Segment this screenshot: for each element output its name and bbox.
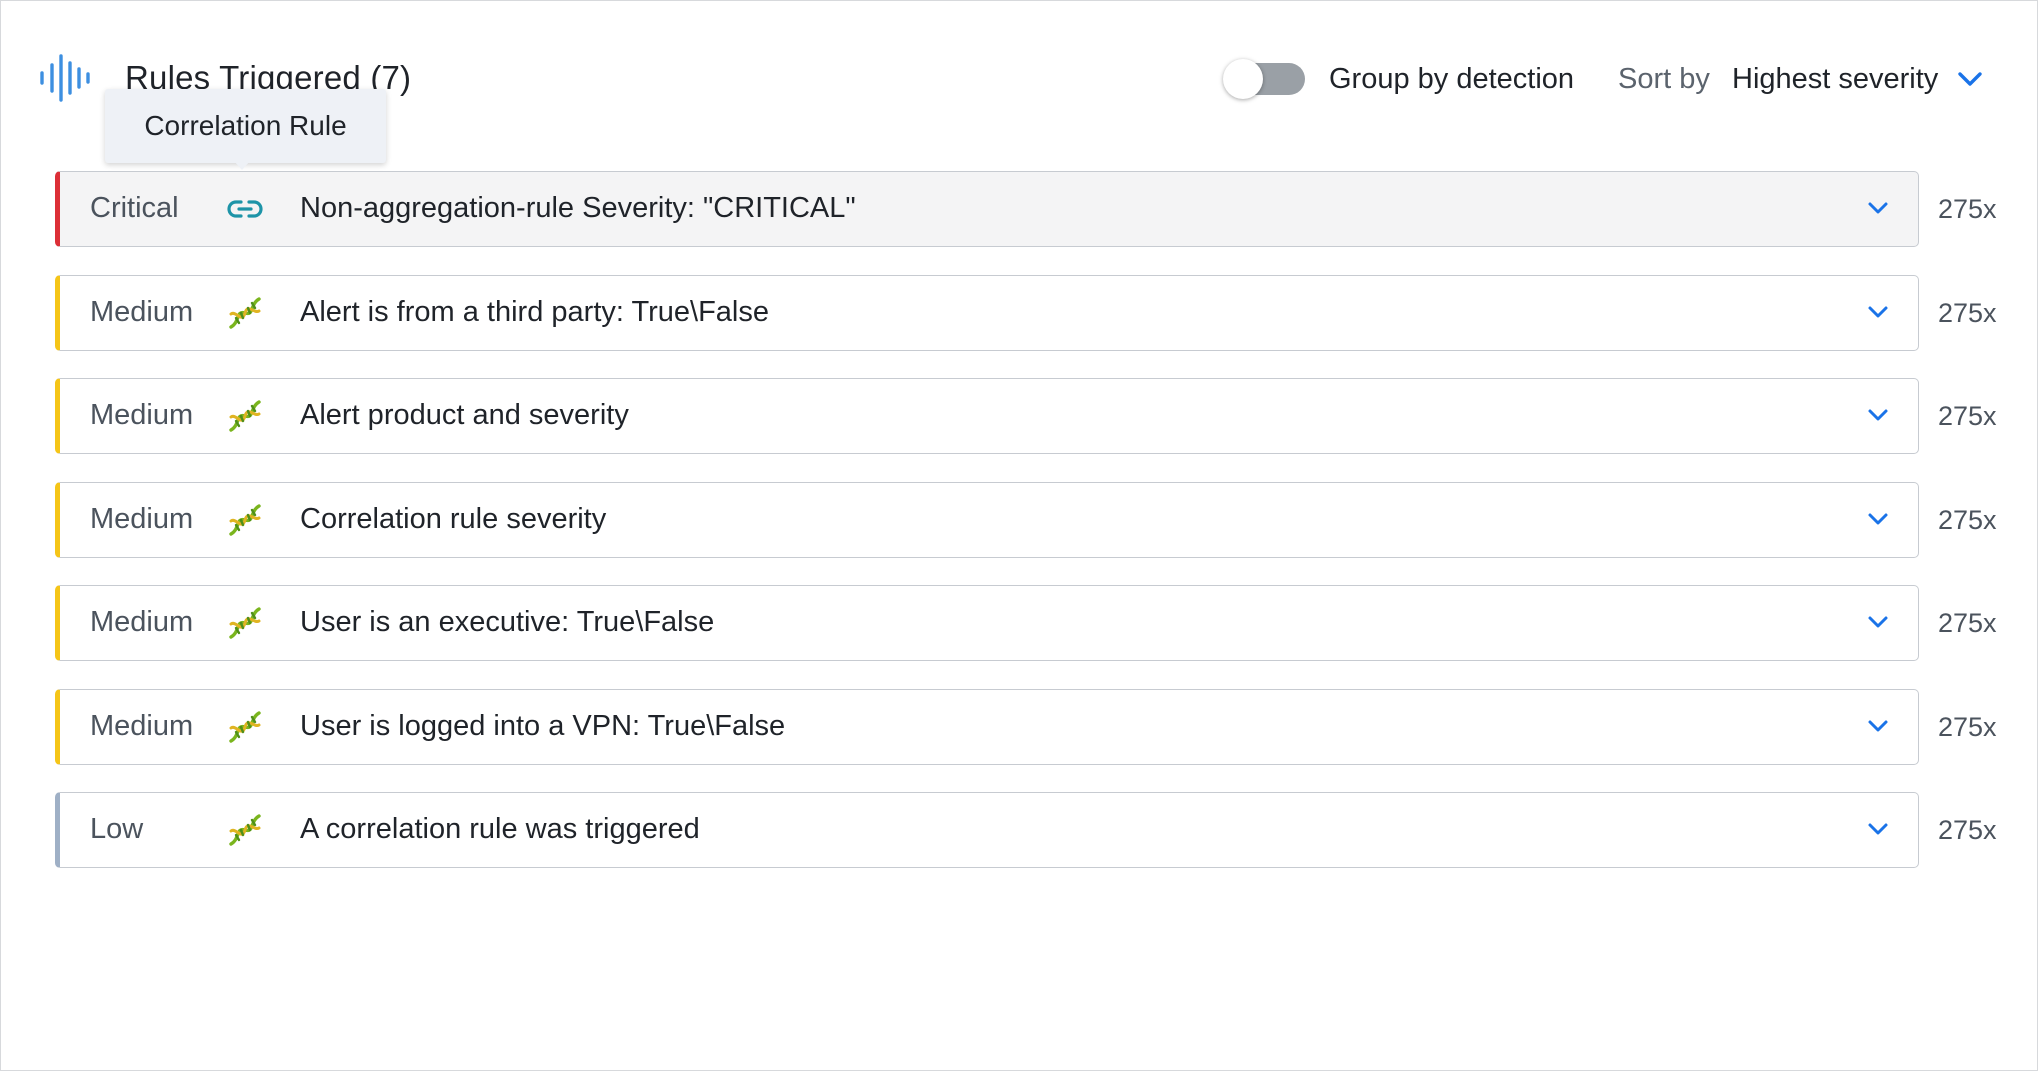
waveform-icon	[40, 54, 90, 102]
severity-label: Medium	[90, 710, 194, 742]
rule-name: User is logged into a VPN: True\False	[300, 710, 786, 742]
rule-name: A correlation rule was triggered	[300, 813, 700, 845]
rule-row[interactable]: Medium Alert product and severity	[55, 378, 1919, 454]
toggle-knob	[1223, 59, 1263, 99]
dna-icon	[226, 294, 264, 332]
tooltip-text: Correlation Rule	[144, 110, 347, 141]
sort-select[interactable]: Highest severity	[1732, 59, 1984, 99]
severity-label: Medium	[90, 606, 194, 638]
rules-panel: Rules Triggered (7) Group by detection S…	[0, 0, 2038, 1071]
tooltip: Correlation Rule	[105, 89, 386, 163]
chevron-down-icon[interactable]	[1866, 614, 1890, 632]
chevron-down-icon[interactable]	[1866, 511, 1890, 529]
rule-row[interactable]: Low A correlation rule was triggered	[55, 792, 1919, 868]
chevron-down-icon	[1958, 72, 1983, 86]
trigger-count: 275x	[1938, 504, 1997, 535]
severity-label: Medium	[90, 296, 194, 328]
dna-icon	[226, 604, 264, 642]
tooltip-arrow	[234, 161, 250, 170]
chevron-down-icon[interactable]	[1866, 304, 1890, 322]
link-icon	[226, 190, 264, 228]
severity-label: Critical	[90, 192, 179, 224]
severity-label: Medium	[90, 399, 194, 431]
rule-name: Alert is from a third party: True\False	[300, 296, 769, 328]
severity-label: Low	[90, 813, 144, 845]
trigger-count: 275x	[1938, 193, 1997, 224]
trigger-count: 275x	[1938, 297, 1997, 328]
group-by-detection-label: Group by detection	[1329, 63, 1575, 95]
rule-name: Alert product and severity	[300, 399, 629, 431]
rule-name: Non-aggregation-rule Severity: "CRITICAL…	[300, 192, 856, 224]
rule-row[interactable]: Medium User is logged into a VPN: True\Fa…	[55, 689, 1919, 765]
dna-icon	[226, 811, 264, 849]
sort-value: Highest severity	[1732, 63, 1939, 95]
chevron-down-icon[interactable]	[1866, 718, 1890, 736]
dna-icon	[226, 501, 264, 539]
rule-row[interactable]: Medium Correlation rule severity	[55, 482, 1919, 558]
rule-row[interactable]: Medium User is an executive: True\False	[55, 585, 1919, 661]
group-by-detection-toggle[interactable]	[1223, 59, 1305, 99]
severity-label: Medium	[90, 503, 194, 535]
dna-icon	[226, 397, 264, 435]
rule-row[interactable]: Medium Alert is from a third party: True\…	[55, 275, 1919, 351]
rule-name: Correlation rule severity	[300, 503, 607, 535]
trigger-count: 275x	[1938, 607, 1997, 638]
dna-icon	[226, 708, 264, 746]
trigger-count: 275x	[1938, 814, 1997, 845]
sort-by-label: Sort by	[1618, 63, 1710, 95]
trigger-count: 275x	[1938, 711, 1997, 742]
rule-row[interactable]: Critical Non-aggregation-rule Severity: "…	[55, 171, 1919, 247]
chevron-down-icon[interactable]	[1866, 821, 1890, 839]
rule-name: User is an executive: True\False	[300, 606, 715, 638]
chevron-down-icon[interactable]	[1866, 407, 1890, 425]
chevron-down-icon[interactable]	[1866, 200, 1890, 218]
trigger-count: 275x	[1938, 400, 1997, 431]
